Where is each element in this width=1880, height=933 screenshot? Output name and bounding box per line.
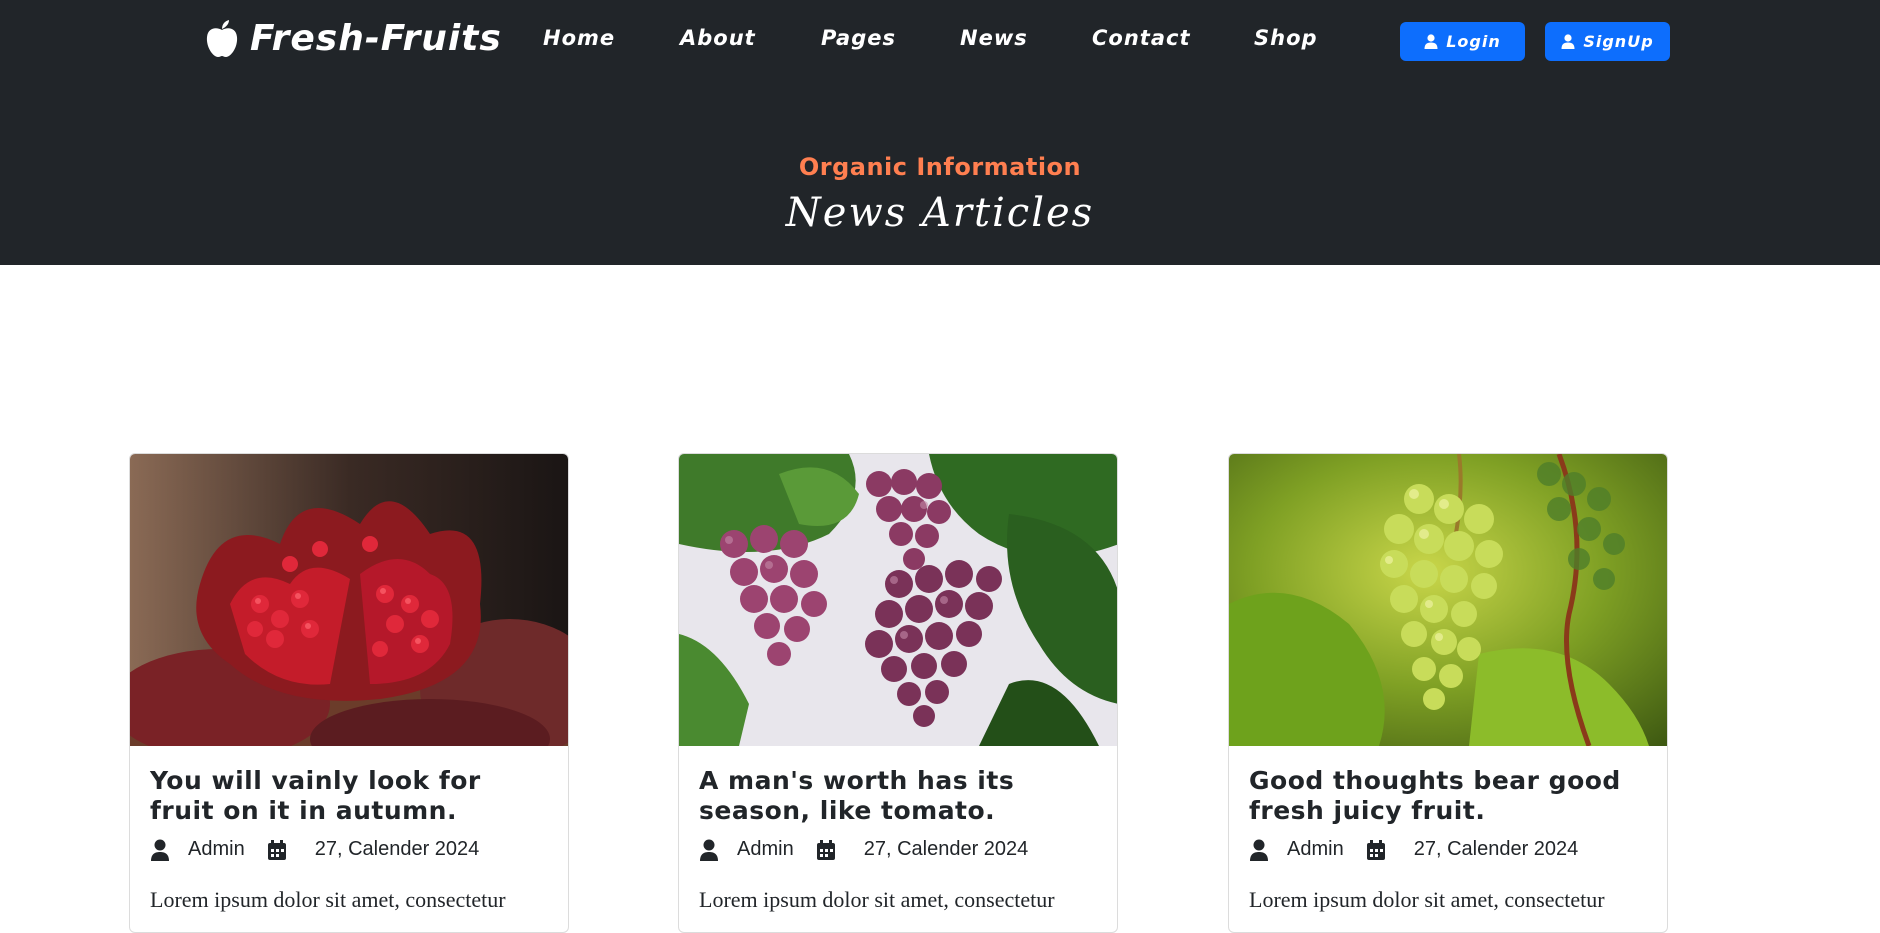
calendar-icon (267, 839, 286, 860)
article-excerpt: Lorem ipsum dolor sit amet, consectetur (150, 887, 506, 912)
article-author: Admin (737, 838, 794, 860)
brand-logo[interactable]: Fresh-Fruits (204, 18, 502, 59)
signup-button[interactable]: SignUp (1545, 22, 1670, 61)
user-icon (700, 839, 718, 861)
calendar-icon (1366, 839, 1385, 860)
article-date: 27, Calender 2024 (1413, 838, 1579, 860)
user-icon (151, 839, 169, 861)
user-icon (1250, 839, 1268, 861)
article-meta: Admin 27, Calender 2024 (699, 838, 1097, 861)
main-nav: Home About Pages News Contact Shop (543, 26, 1334, 50)
green-grapes-image[interactable] (1229, 454, 1668, 746)
calendar-icon (816, 839, 835, 860)
nav-item-news[interactable]: News (960, 26, 1092, 50)
nav-item-shop[interactable]: Shop (1254, 26, 1334, 50)
signup-label: SignUp (1583, 32, 1654, 51)
article-meta: Admin 27, Calender 2024 (150, 838, 548, 861)
nav-item-about[interactable]: About (680, 26, 821, 50)
apple-icon (206, 19, 238, 57)
article-author: Admin (1287, 838, 1344, 860)
article-excerpt: Lorem ipsum dolor sit amet, consectetur (1249, 887, 1605, 912)
article-card[interactable]: Good thoughts bear good fresh juicy frui… (1228, 453, 1668, 933)
article-author: Admin (188, 838, 245, 860)
nav-item-contact[interactable]: Contact (1092, 26, 1254, 50)
red-grapes-image[interactable] (679, 454, 1118, 746)
nav-item-pages[interactable]: Pages (821, 26, 960, 50)
article-date: 27, Calender 2024 (863, 838, 1029, 860)
article-meta: Admin 27, Calender 2024 (1249, 838, 1647, 861)
hero-title: News Articles (785, 190, 1095, 236)
article-card[interactable]: A man's worth has its season, like tomat… (678, 453, 1118, 933)
article-title[interactable]: You will vainly look for fruit on it in … (150, 766, 548, 826)
article-card[interactable]: You will vainly look for fruit on it in … (129, 453, 569, 933)
article-title[interactable]: A man's worth has its season, like tomat… (699, 766, 1097, 826)
article-excerpt: Lorem ipsum dolor sit amet, consectetur (699, 887, 1055, 912)
nav-item-home[interactable]: Home (543, 26, 680, 50)
hero-subtitle: Organic Information (798, 153, 1082, 181)
user-icon (1424, 34, 1438, 49)
article-title[interactable]: Good thoughts bear good fresh juicy frui… (1249, 766, 1647, 826)
brand-name: Fresh-Fruits (250, 18, 502, 59)
pomegranate-image[interactable] (130, 454, 569, 746)
user-icon (1561, 34, 1575, 49)
page-header: Fresh-Fruits Home About Pages News Conta… (0, 0, 1880, 265)
article-date: 27, Calender 2024 (314, 838, 480, 860)
login-label: Login (1446, 32, 1501, 51)
login-button[interactable]: Login (1400, 22, 1525, 61)
